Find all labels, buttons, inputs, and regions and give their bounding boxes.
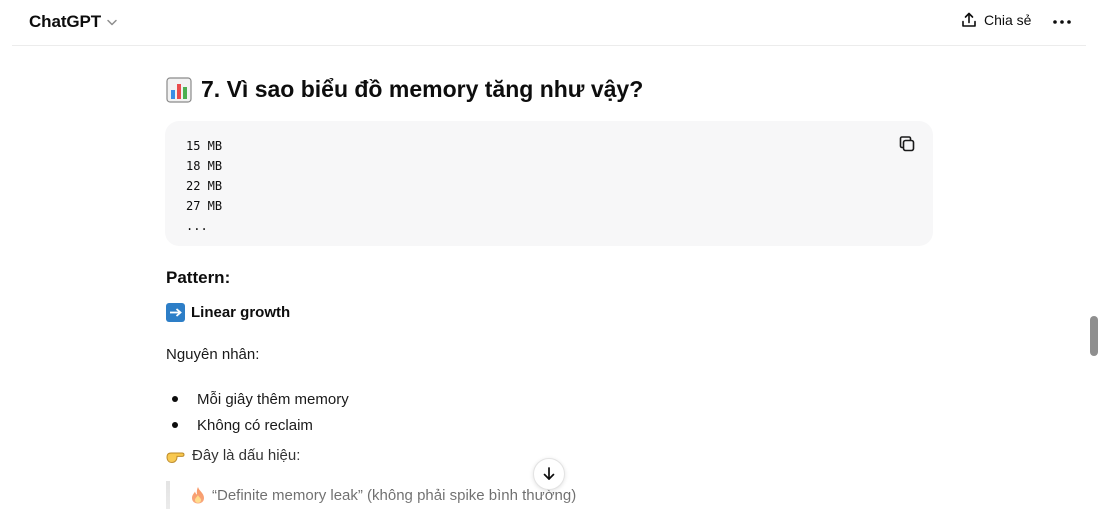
model-selector[interactable]: ChatGPT bbox=[29, 12, 119, 32]
share-button[interactable]: Chia sẻ bbox=[960, 11, 1031, 29]
copy-icon bbox=[899, 136, 915, 152]
sign-row: Đây là dấu hiệu: bbox=[166, 447, 300, 464]
right-arrow-icon bbox=[166, 303, 185, 322]
conversation-area: 7. Vì sao biểu đồ memory tăng như vậy? 1… bbox=[0, 0, 1086, 514]
code-line: 27 MB bbox=[186, 199, 223, 213]
arrow-down-icon bbox=[543, 467, 555, 480]
bullet-dot bbox=[172, 396, 178, 402]
top-bar: ChatGPT Chia sẻ bbox=[12, 0, 1086, 46]
list-item: Không có reclaim bbox=[172, 412, 349, 438]
more-options-button[interactable] bbox=[1050, 12, 1074, 32]
code-line: 15 MB bbox=[186, 139, 223, 153]
cause-list: Mỗi giây thêm memory Không có reclaim bbox=[172, 386, 349, 438]
code-line: 18 MB bbox=[186, 159, 223, 173]
fire-icon bbox=[190, 486, 206, 504]
more-icon bbox=[1053, 20, 1071, 24]
pattern-label: Pattern: bbox=[166, 268, 231, 287]
share-label: Chia sẻ bbox=[984, 12, 1032, 28]
list-item: Mỗi giây thêm memory bbox=[172, 386, 349, 412]
section-heading: 7. Vì sao biểu đồ memory tăng như vậy? bbox=[166, 76, 643, 103]
linear-growth-label: Linear growth bbox=[191, 304, 291, 321]
sign-text: Đây là dấu hiệu: bbox=[192, 447, 301, 464]
list-item-text: Mỗi giây thêm memory bbox=[197, 390, 349, 408]
cause-label: Nguyên nhân: bbox=[166, 346, 260, 363]
code-content[interactable]: 15 MB 18 MB 22 MB 27 MB ... bbox=[186, 136, 222, 236]
chatgpt-window: 7. Vì sao biểu đồ memory tăng như vậy? 1… bbox=[0, 0, 1102, 514]
pointing-hand-icon bbox=[166, 448, 186, 464]
scrollbar[interactable] bbox=[1086, 0, 1102, 514]
scroll-to-bottom-button[interactable] bbox=[533, 458, 565, 490]
code-block: 15 MB 18 MB 22 MB 27 MB ... bbox=[165, 121, 933, 246]
bullet-dot bbox=[172, 422, 178, 428]
heading-text: 7. Vì sao biểu đồ memory tăng như vậy? bbox=[201, 76, 644, 102]
share-icon bbox=[962, 12, 976, 27]
bar-chart-icon bbox=[166, 76, 192, 103]
copy-code-button[interactable] bbox=[897, 134, 917, 154]
linear-growth-row: Linear growth bbox=[166, 303, 290, 322]
code-line: 22 MB bbox=[186, 179, 223, 193]
app-title: ChatGPT bbox=[29, 12, 102, 31]
scrollbar-thumb[interactable] bbox=[1090, 316, 1098, 356]
list-item-text: Không có reclaim bbox=[197, 416, 313, 434]
code-line: ... bbox=[186, 219, 208, 233]
quote-text: “Definite memory leak” (không phải spike… bbox=[212, 486, 577, 504]
chevron-down-icon bbox=[105, 15, 119, 29]
